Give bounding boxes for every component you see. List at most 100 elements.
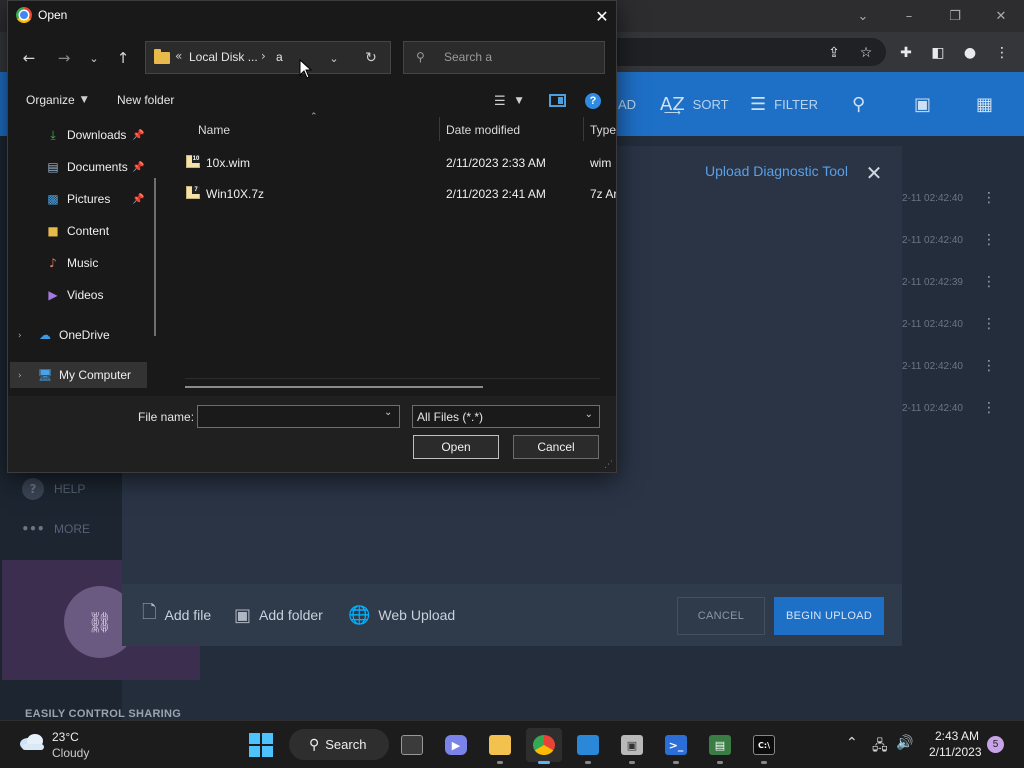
nav-item-downloads[interactable]: ⤓ Downloads bbox=[46, 128, 126, 143]
nav-item-music[interactable]: ♪ Music bbox=[46, 256, 98, 270]
minimize-button[interactable]: – bbox=[886, 0, 932, 32]
start-windows-icon[interactable] bbox=[249, 733, 273, 757]
file-row[interactable]: 7 Win10X.7z 2/11/2023 2:41 AM 7z Ar bbox=[186, 184, 616, 206]
organize-button[interactable]: Organize ▼ bbox=[26, 93, 88, 107]
nav-item-videos[interactable]: ▶ Videos bbox=[46, 288, 103, 302]
column-divider[interactable] bbox=[439, 117, 440, 141]
system-monitor-icon[interactable]: ▤ bbox=[702, 728, 738, 764]
back-arrow-icon[interactable]: ← bbox=[15, 44, 43, 72]
column-divider[interactable] bbox=[583, 117, 584, 141]
search-icon: ⚲ bbox=[852, 93, 866, 115]
bookmark-star-icon[interactable]: ☆ bbox=[853, 40, 879, 66]
chrome-logo-icon bbox=[16, 7, 32, 23]
sidebar-item-more[interactable]: ••• MORE bbox=[21, 518, 91, 540]
clock-time[interactable]: 2:43 AM bbox=[935, 729, 979, 743]
file-row[interactable]: 10 10x.wim 2/11/2023 2:33 AM wim bbox=[186, 153, 616, 175]
window-close-button[interactable]: ✕ bbox=[978, 0, 1024, 32]
grid-view-button[interactable]: ▦ bbox=[976, 72, 993, 136]
caret-down-icon: ▼ bbox=[515, 96, 523, 106]
row-menu-icon[interactable]: ⋮ bbox=[982, 400, 996, 416]
recent-locations-chevron-icon[interactable]: ⌄ bbox=[80, 44, 108, 72]
filter-button[interactable]: ☰ FILTER bbox=[750, 72, 818, 136]
cancel-upload-button[interactable]: CANCEL bbox=[677, 597, 765, 635]
taskbar-search-button[interactable]: ⚲ Search bbox=[289, 729, 389, 760]
nav-item-onedrive[interactable]: ☁ OneDrive bbox=[38, 328, 110, 342]
breadcrumb-a[interactable]: a bbox=[276, 50, 283, 64]
nav-scrollbar[interactable] bbox=[154, 178, 156, 336]
forward-arrow-icon[interactable]: → bbox=[50, 44, 78, 72]
search-button[interactable]: ⚲ bbox=[852, 72, 865, 136]
teams-chat-icon[interactable]: ▶ bbox=[438, 728, 474, 762]
resize-grip-icon[interactable]: ⋰ bbox=[604, 460, 613, 470]
expand-chevron-icon[interactable]: › bbox=[18, 371, 22, 381]
add-file-button[interactable]: 🗋 Add file bbox=[142, 600, 211, 630]
row-menu-icon[interactable]: ⋮ bbox=[982, 190, 996, 206]
command-prompt-icon[interactable]: C:\ bbox=[746, 728, 782, 764]
pin-icon[interactable]: 📌 bbox=[132, 130, 144, 141]
chevron-down-icon[interactable]: ⌄ bbox=[384, 407, 392, 418]
weather-condition[interactable]: Cloudy bbox=[52, 746, 89, 760]
task-view-icon[interactable] bbox=[394, 728, 430, 762]
weather-temperature[interactable]: 23°C bbox=[52, 730, 79, 744]
nav-item-pictures[interactable]: ▩ Pictures bbox=[46, 192, 110, 206]
up-arrow-icon[interactable]: ↑ bbox=[109, 44, 137, 72]
change-view-button[interactable]: ☰ ▼ bbox=[494, 92, 534, 110]
row-menu-icon[interactable]: ⋮ bbox=[982, 232, 996, 248]
file-type-select[interactable]: All Files (*.*) ⌄ bbox=[412, 405, 600, 428]
sidebar-item-help[interactable]: ? HELP bbox=[22, 478, 85, 500]
restore-button[interactable]: ❐ bbox=[932, 0, 978, 32]
search-input[interactable] bbox=[403, 41, 605, 74]
nav-item-content[interactable]: ■ Content bbox=[46, 224, 109, 238]
web-upload-button[interactable]: 🌐 Web Upload bbox=[348, 600, 455, 630]
new-folder-command[interactable]: New folder bbox=[117, 93, 174, 107]
expand-chevron-icon[interactable]: › bbox=[18, 331, 22, 341]
remote-desktop-icon[interactable] bbox=[570, 728, 606, 764]
file-explorer-icon[interactable] bbox=[482, 728, 518, 764]
powershell-icon[interactable]: >_ bbox=[658, 728, 694, 764]
pin-icon[interactable]: 📌 bbox=[132, 194, 144, 205]
dialog-close-button[interactable]: ✕ bbox=[588, 2, 616, 30]
row-timestamp: 2-11 02:42:39 bbox=[902, 277, 963, 288]
column-header-name[interactable]: Name bbox=[198, 123, 230, 137]
side-panel-icon[interactable]: ◧ bbox=[925, 40, 951, 66]
extensions-icon[interactable]: ✚ bbox=[893, 40, 919, 66]
breadcrumb-local-disk[interactable]: Local Disk ... bbox=[189, 50, 258, 64]
nav-item-my-computer[interactable]: 🖥 My Computer bbox=[37, 368, 131, 382]
share-icon[interactable]: ⇪ bbox=[821, 40, 847, 66]
nav-item-documents[interactable]: ▤ Documents bbox=[46, 160, 127, 174]
upload-close-button[interactable]: ✕ bbox=[862, 161, 886, 185]
breadcrumb-separator[interactable]: › bbox=[261, 49, 266, 63]
browser-menu-icon[interactable]: ⋮ bbox=[989, 40, 1015, 66]
volume-icon[interactable]: 🔊 bbox=[896, 735, 913, 751]
profile-icon[interactable]: ● bbox=[957, 40, 983, 66]
refresh-icon[interactable]: ↻ bbox=[360, 46, 382, 70]
address-dropdown-icon[interactable]: ⌄ bbox=[324, 46, 344, 70]
preview-pane-icon[interactable] bbox=[549, 94, 566, 107]
address-overflow[interactable]: « bbox=[175, 49, 182, 63]
row-menu-icon[interactable]: ⋮ bbox=[982, 316, 996, 332]
row-menu-icon[interactable]: ⋮ bbox=[982, 358, 996, 374]
horizontal-scrollbar[interactable] bbox=[185, 386, 483, 388]
sort-button[interactable]: A͢Z SORT bbox=[660, 72, 729, 136]
row-menu-icon[interactable]: ⋮ bbox=[982, 274, 996, 290]
cancel-button[interactable]: Cancel bbox=[513, 435, 599, 459]
begin-upload-button[interactable]: BEGIN UPLOAD bbox=[774, 597, 884, 635]
help-icon[interactable]: ? bbox=[585, 93, 601, 109]
file-date: 2/11/2023 2:41 AM bbox=[446, 187, 546, 201]
pin-icon[interactable]: 📌 bbox=[132, 162, 144, 173]
notification-badge[interactable]: 5 bbox=[987, 736, 1004, 753]
clock-date[interactable]: 2/11/2023 bbox=[929, 745, 982, 759]
chevron-down-icon[interactable]: ⌄ bbox=[840, 0, 886, 32]
file-name-input[interactable] bbox=[197, 405, 400, 428]
column-header-date-modified[interactable]: Date modified bbox=[446, 123, 520, 137]
column-header-type[interactable]: Type bbox=[590, 123, 616, 137]
network-icon[interactable]: 🖧 bbox=[872, 735, 888, 759]
more-icon: ••• bbox=[21, 522, 45, 536]
package-installer-icon[interactable]: ▣ bbox=[614, 728, 650, 764]
chrome-taskbar-icon[interactable] bbox=[526, 728, 562, 764]
open-button[interactable]: Open bbox=[413, 435, 499, 459]
add-folder-button[interactable]: ▣ Add folder bbox=[234, 600, 323, 630]
tray-chevron-up-icon[interactable]: ⌃ bbox=[846, 735, 858, 751]
new-folder-button[interactable]: ▣ bbox=[914, 72, 931, 136]
weather-cloud-icon[interactable] bbox=[18, 732, 46, 752]
